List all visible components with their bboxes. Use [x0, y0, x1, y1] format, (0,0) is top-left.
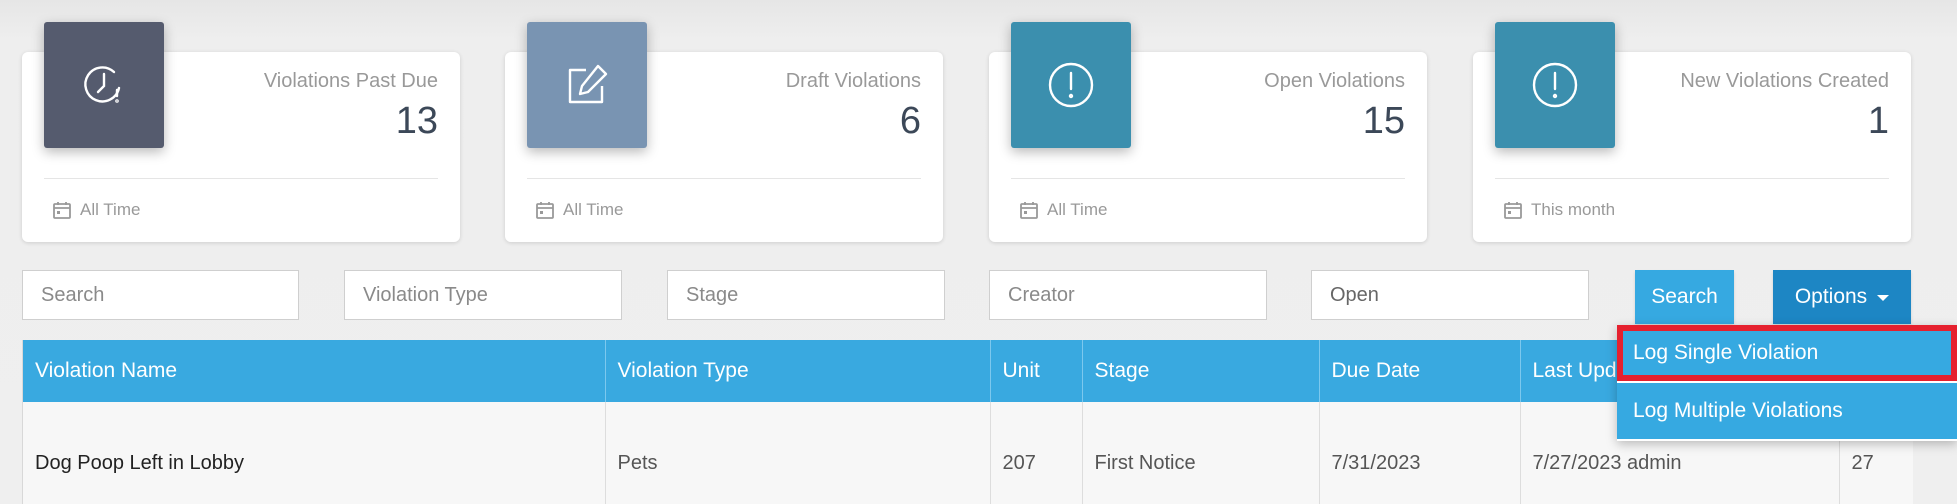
card-footer: All Time: [52, 200, 140, 220]
calendar-icon: [536, 202, 554, 219]
menu-item-label: Log Single Violation: [1633, 341, 1819, 364]
menu-item-label: Log Multiple Violations: [1633, 399, 1843, 422]
column-header-unit[interactable]: Unit: [990, 340, 1083, 402]
column-header-due-date[interactable]: Due Date: [1319, 340, 1521, 402]
edit-icon: [568, 64, 608, 104]
stat-card-new: New Violations Created 1 This month: [1473, 22, 1911, 242]
card-footer: All Time: [1019, 200, 1107, 220]
card-divider: [1495, 178, 1889, 179]
stage-filter[interactable]: [667, 270, 945, 320]
creator-filter[interactable]: [989, 270, 1267, 320]
card-divider: [1011, 178, 1405, 179]
search-input[interactable]: [22, 270, 299, 320]
card-icon-box: [1495, 22, 1615, 148]
calendar-icon: [1020, 202, 1038, 219]
card-value: 15: [1362, 100, 1405, 142]
column-header-violation-type[interactable]: Violation Type: [605, 340, 991, 402]
card-footer: This month: [1503, 200, 1615, 220]
options-button[interactable]: Options: [1773, 270, 1911, 324]
alert-circle-icon: [1048, 62, 1094, 108]
card-divider: [44, 178, 438, 179]
card-value: 13: [395, 100, 438, 142]
log-multiple-violations-item[interactable]: Log Multiple Violations: [1617, 383, 1957, 439]
calendar-icon: [1504, 202, 1522, 219]
alert-circle-icon: [1532, 62, 1578, 108]
card-icon-box: [1011, 22, 1131, 148]
card-title: Draft Violations: [785, 70, 921, 92]
card-title: New Violations Created: [1680, 70, 1889, 92]
search-button-label: Search: [1651, 285, 1718, 308]
stat-card-past-due: Violations Past Due 13 All Time: [22, 22, 460, 242]
log-single-violation-item[interactable]: Log Single Violation: [1617, 325, 1957, 381]
card-footer-label: All Time: [563, 200, 624, 219]
caret-down-icon: [1877, 295, 1890, 301]
card-value: 6: [899, 100, 921, 142]
search-button[interactable]: Search: [1635, 270, 1734, 324]
options-button-label: Options: [1794, 285, 1868, 308]
calendar-icon: [53, 202, 71, 219]
status-filter[interactable]: [1311, 270, 1589, 320]
card-title: Violations Past Due: [263, 70, 438, 92]
card-title: Open Violations: [1264, 70, 1405, 92]
stat-card-open: Open Violations 15 All Time: [989, 22, 1427, 242]
clock-alert-icon: [84, 66, 121, 103]
column-header-violation-name[interactable]: Violation Name: [23, 340, 606, 402]
card-footer-label: All Time: [80, 200, 141, 219]
card-icon-box: [44, 22, 164, 148]
card-divider: [527, 178, 921, 179]
stat-card-draft: Draft Violations 6 All Time: [505, 22, 943, 242]
cell-unit: 207: [990, 402, 1083, 504]
card-footer-label: All Time: [1047, 200, 1108, 219]
options-dropdown-menu: Log Single Violation Log Multiple Violat…: [1617, 325, 1957, 441]
column-header-stage[interactable]: Stage: [1082, 340, 1320, 402]
cell-violation-name[interactable]: Dog Poop Left in Lobby: [23, 402, 606, 504]
card-icon-box: [527, 22, 647, 148]
cell-stage: First Notice: [1082, 402, 1320, 504]
card-value: 1: [1867, 100, 1889, 142]
cell-due-date: 7/31/2023: [1319, 402, 1521, 504]
cell-violation-type: Pets: [605, 402, 991, 504]
card-footer-label: This month: [1531, 200, 1616, 219]
violation-type-filter[interactable]: [344, 270, 622, 320]
card-footer: All Time: [535, 200, 623, 220]
